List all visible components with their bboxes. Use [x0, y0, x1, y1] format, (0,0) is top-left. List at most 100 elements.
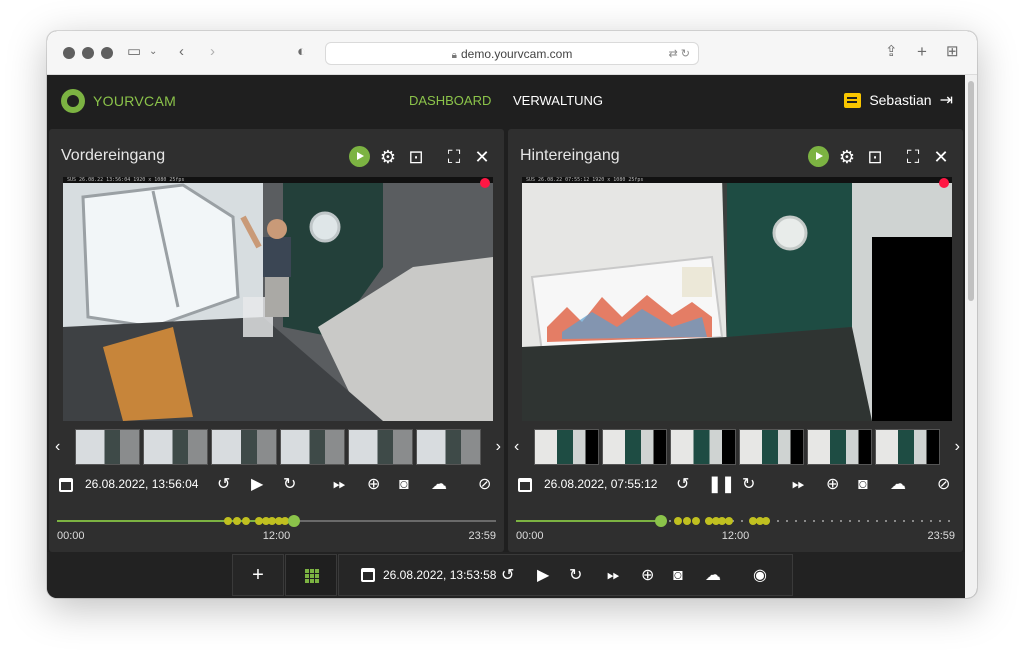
fullscreen-icon[interactable]: ⛶: [903, 147, 923, 167]
close-icon[interactable]: ✕: [931, 147, 951, 167]
redo-icon[interactable]: ↻: [569, 565, 582, 587]
calendar-icon[interactable]: [59, 478, 73, 492]
logo[interactable]: YOURVCAM: [61, 89, 176, 113]
recording-thumbnail[interactable]: [534, 429, 600, 465]
timeline-handle[interactable]: [654, 515, 667, 527]
redo-icon[interactable]: ↻: [742, 474, 755, 496]
cloud-download-icon[interactable]: ☁: [890, 474, 906, 496]
page-scrollbar[interactable]: [965, 75, 977, 598]
new-tab-icon[interactable]: +: [917, 43, 927, 61]
visibility-icon[interactable]: ◉: [753, 565, 767, 587]
timeline-start-label: 00:00: [516, 530, 544, 542]
recording-thumbnail[interactable]: [602, 429, 668, 465]
nav-verwaltung[interactable]: VERWALTUNG: [513, 93, 603, 108]
recording-thumbnail[interactable]: [670, 429, 736, 465]
live-play-icon[interactable]: [808, 146, 829, 167]
camera-icon[interactable]: ◙: [673, 565, 683, 587]
translate-reload-icon[interactable]: ⇄ ↻: [669, 47, 691, 60]
recording-thumbnail[interactable]: [874, 429, 941, 465]
visibility-off-icon[interactable]: ⊘: [478, 474, 491, 496]
thumbnail-strip: ‹ ›: [514, 429, 960, 465]
forward-icon[interactable]: ›: [210, 43, 215, 61]
recording-thumbnail[interactable]: [211, 429, 277, 465]
grid-layout-button[interactable]: [285, 554, 337, 596]
grid-icon: [305, 569, 319, 583]
tab-overview-icon[interactable]: ⊞: [946, 43, 959, 61]
chevron-right-icon[interactable]: ›: [955, 438, 960, 456]
chevron-left-icon[interactable]: ‹: [514, 438, 519, 456]
timeline-event-marker[interactable]: [241, 517, 250, 525]
privacy-shield-icon[interactable]: ◐: [297, 43, 306, 61]
zoom-window-button[interactable]: [101, 47, 113, 59]
close-icon[interactable]: ✕: [472, 147, 492, 167]
recording-thumbnail[interactable]: [279, 429, 345, 465]
global-control-bar: + 26.08.2022, 13:53:58 ↺ ▶ ↻ ⏩︎ ⊕ ◙ ☁ ◉: [47, 552, 965, 598]
recording-thumbnail[interactable]: [347, 429, 413, 465]
timeline-slider[interactable]: [57, 515, 496, 527]
zoom-in-icon[interactable]: ⊕: [367, 474, 380, 496]
recording-thumbnail[interactable]: [738, 429, 804, 465]
timeline-event-marker[interactable]: [683, 517, 692, 525]
recording-thumbnail[interactable]: [415, 429, 482, 465]
playback-datetime[interactable]: 26.08.2022, 07:55:12: [544, 477, 657, 491]
user-menu[interactable]: Sebastian ⇥: [844, 90, 953, 110]
cloud-download-icon[interactable]: ☁: [705, 565, 721, 587]
chevron-down-icon[interactable]: ⌄: [149, 43, 157, 61]
minimize-window-button[interactable]: [82, 47, 94, 59]
replay-icon[interactable]: ↺: [217, 474, 230, 496]
calendar-icon[interactable]: [361, 568, 375, 582]
zoom-in-icon[interactable]: ⊕: [641, 565, 654, 587]
timeline-event-marker[interactable]: [224, 517, 233, 525]
back-icon[interactable]: ‹: [179, 43, 184, 61]
focus-icon[interactable]: ⊡: [865, 147, 885, 167]
recording-thumbnail[interactable]: [806, 429, 872, 465]
add-camera-button[interactable]: +: [232, 554, 284, 596]
fast-forward-icon[interactable]: ⏩︎: [792, 474, 805, 496]
chevron-right-icon[interactable]: ›: [496, 438, 501, 456]
window-controls: [63, 47, 113, 59]
timeline-event-marker[interactable]: [674, 517, 683, 525]
camera-icon[interactable]: ◙: [399, 474, 409, 496]
timeline-event-marker[interactable]: [232, 517, 241, 525]
nav-dashboard[interactable]: DASHBOARD: [409, 93, 491, 108]
play-icon[interactable]: ▶: [537, 565, 549, 587]
chevron-left-icon[interactable]: ‹: [55, 438, 60, 456]
recording-thumbnail[interactable]: [143, 429, 209, 465]
message-icon[interactable]: [844, 92, 862, 108]
logout-icon[interactable]: ⇥: [940, 90, 953, 110]
focus-icon[interactable]: ⊡: [406, 147, 426, 167]
scrollbar-thumb[interactable]: [968, 81, 974, 301]
camera-icon[interactable]: ◙: [858, 474, 868, 496]
timeline-handle[interactable]: [288, 515, 301, 527]
replay-icon[interactable]: ↺: [676, 474, 689, 496]
address-bar[interactable]: 🔒︎ demo.yourvcam.com ⇄ ↻: [325, 42, 699, 65]
camera-video-feed[interactable]: SUS 26.08.22 07:55:12 1920 x 1080 25fps: [522, 177, 952, 421]
visibility-off-icon[interactable]: ⊘: [937, 474, 950, 496]
redo-icon[interactable]: ↻: [283, 474, 296, 496]
camera-tools: ⚙ ⊡ ⛶ ✕: [349, 146, 492, 167]
recording-thumbnail[interactable]: [75, 429, 141, 465]
play-icon[interactable]: ▶: [251, 474, 263, 496]
timeline-event-marker[interactable]: [724, 517, 733, 525]
fast-forward-icon[interactable]: ⏩︎: [333, 474, 346, 496]
share-icon[interactable]: ⇪: [885, 43, 898, 61]
timeline-event-marker[interactable]: [691, 517, 700, 525]
settings-icon[interactable]: ⚙: [837, 147, 857, 167]
fast-forward-icon[interactable]: ⏩︎: [607, 565, 620, 587]
replay-icon[interactable]: ↺: [501, 565, 514, 587]
sidebar-toggle-icon[interactable]: ▭: [127, 43, 141, 61]
timeline-event-marker[interactable]: [762, 517, 771, 525]
timeline-slider[interactable]: [516, 515, 955, 527]
pause-icon[interactable]: ❚❚: [708, 474, 735, 496]
close-window-button[interactable]: [63, 47, 75, 59]
cloud-download-icon[interactable]: ☁: [431, 474, 447, 496]
fullscreen-icon[interactable]: ⛶: [444, 147, 464, 167]
live-play-icon[interactable]: [349, 146, 370, 167]
settings-icon[interactable]: ⚙: [378, 147, 398, 167]
zoom-in-icon[interactable]: ⊕: [826, 474, 839, 496]
camera-video-feed[interactable]: SUS 26.08.22 13:56:04 1920 x 1080 25fps: [63, 177, 493, 421]
playback-datetime[interactable]: 26.08.2022, 13:56:04: [85, 477, 198, 491]
calendar-icon[interactable]: [518, 478, 532, 492]
global-datetime[interactable]: 26.08.2022, 13:53:58: [383, 568, 496, 582]
recording-indicator: [480, 178, 490, 188]
